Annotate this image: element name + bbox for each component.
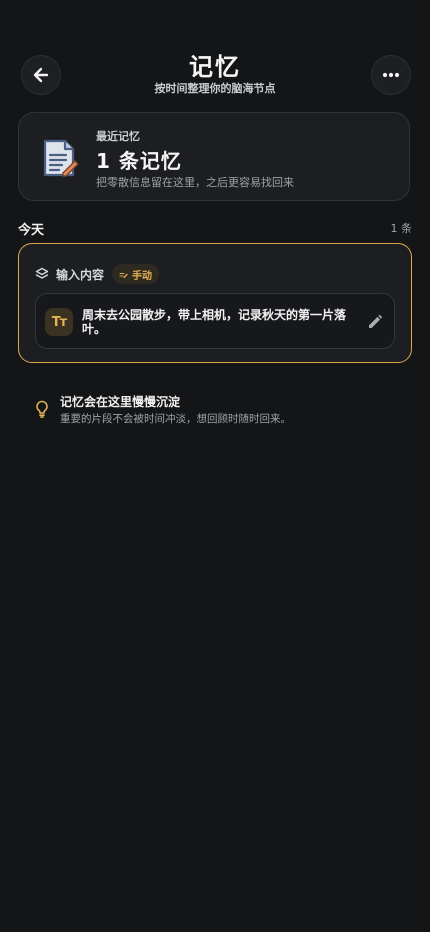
section-count: 1 条 (390, 222, 413, 235)
text-size-icon: Tт (45, 308, 73, 336)
badge-label: 手动 (132, 270, 153, 282)
memory-count: 1 条记忆 (96, 149, 182, 173)
more-button[interactable] (371, 55, 411, 95)
manual-badge: 手动 (112, 264, 160, 284)
entry-type-label: 输入内容 (56, 267, 105, 282)
document-edit-icon (43, 139, 79, 177)
memory-entry-card[interactable]: 输入内容 手动 Tт 周末去公园散步，带上相机，记录秋天的第一片落叶。 (18, 243, 412, 363)
page-title: 记忆 (189, 53, 241, 81)
section-title-today: 今天 (18, 223, 45, 238)
lightbulb-icon (36, 400, 48, 418)
summary-description: 把零散信息留在这里，之后更容易找回来 (96, 176, 294, 189)
layers-icon (35, 267, 49, 279)
more-horizontal-icon (382, 72, 400, 78)
entry-header: 输入内容 手动 (35, 264, 160, 284)
top-bar: 记忆 按时间整理你的脑海节点 (0, 0, 430, 110)
tip-title: 记忆会在这里慢慢沉淀 (60, 395, 181, 409)
memory-content-box[interactable]: Tт 周末去公园散步，带上相机，记录秋天的第一片落叶。 (35, 293, 395, 349)
tip-description: 重要的片段不会被时间冲淡，想回顾时随时回来。 (60, 413, 291, 425)
pencil-icon[interactable] (366, 313, 384, 331)
summary-label: 最近记忆 (96, 130, 140, 143)
memory-summary-card: 最近记忆 1 条记忆 把零散信息留在这里，之后更容易找回来 (18, 112, 410, 201)
page-header: 记忆 按时间整理你的脑海节点 (0, 52, 430, 96)
manual-edit-icon (119, 272, 128, 278)
memory-content-text: 周末去公园散步，带上相机，记录秋天的第一片落叶。 (82, 308, 347, 336)
page-subtitle: 按时间整理你的脑海节点 (154, 82, 276, 95)
